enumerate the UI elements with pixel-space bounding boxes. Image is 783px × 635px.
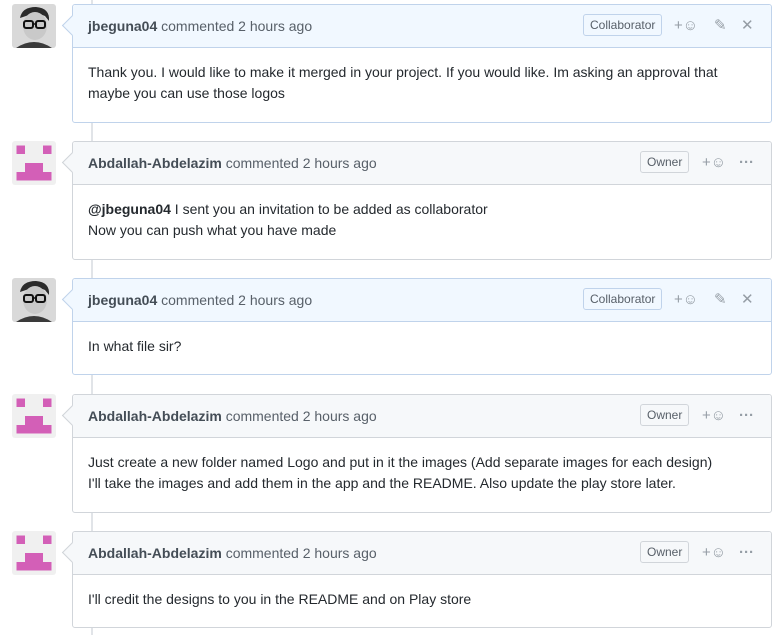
edit-icon[interactable]: ✎	[714, 290, 727, 310]
author-link[interactable]: Abdallah-Abdelazim	[88, 408, 222, 424]
more-options-icon[interactable]: ···	[739, 153, 754, 173]
comment-timestamp[interactable]: commented 2 hours ago	[226, 545, 377, 561]
comment-header-text: Abdallah-Abdelazim commented 2 hours ago	[88, 408, 377, 425]
owner-badge: Owner	[640, 404, 690, 426]
comment-header: Abdallah-Abdelazim commented 2 hours ago…	[73, 395, 771, 438]
avatar-photo	[12, 4, 56, 48]
comment-header: Abdallah-Abdelazim commented 2 hours ago…	[73, 532, 771, 575]
comment-box: jbeguna04 commented 2 hours ago Collabor…	[61, 4, 772, 123]
identicon-image	[12, 531, 56, 575]
add-reaction-icon[interactable]: +☺	[702, 543, 726, 563]
add-reaction-icon[interactable]: +☺	[702, 153, 726, 173]
avatar-abdallah-abdelazim[interactable]	[12, 531, 56, 575]
author-link[interactable]: Abdallah-Abdelazim	[88, 545, 222, 561]
avatar-jbeguna04[interactable]	[12, 4, 56, 48]
comment-text-line: In what file sir?	[88, 338, 182, 354]
identicon-image	[12, 394, 56, 438]
comment-box: Abdallah-Abdelazim commented 2 hours ago…	[61, 394, 772, 513]
delete-icon[interactable]: ✕	[741, 16, 754, 36]
comment-header: Abdallah-Abdelazim commented 2 hours ago…	[73, 142, 771, 185]
comment-body: @jbeguna04 I sent you an invitation to b…	[73, 185, 771, 255]
avatar-abdallah-abdelazim[interactable]	[12, 394, 56, 438]
author-link[interactable]: jbeguna04	[88, 292, 157, 308]
avatar-photo	[12, 278, 56, 322]
comment-text: I sent you an invitation to be added as …	[170, 201, 488, 217]
more-options-icon[interactable]: ···	[739, 406, 754, 426]
comment-header-text: Abdallah-Abdelazim commented 2 hours ago	[88, 545, 377, 562]
comment-text-line: I'll credit the designs to you in the RE…	[88, 591, 472, 607]
edit-icon[interactable]: ✎	[714, 16, 727, 36]
avatar-jbeguna04[interactable]	[12, 278, 56, 322]
comment-header: jbeguna04 commented 2 hours ago Collabor…	[73, 5, 771, 48]
comment-box: jbeguna04 commented 2 hours ago Collabor…	[61, 278, 772, 375]
comment-body: I'll credit the designs to you in the RE…	[73, 575, 771, 624]
author-link[interactable]: jbeguna04	[88, 18, 157, 34]
identicon-image	[12, 141, 56, 185]
comment-box: Abdallah-Abdelazim commented 2 hours ago…	[61, 531, 772, 628]
comment-header: jbeguna04 commented 2 hours ago Collabor…	[73, 279, 771, 322]
comment-text-line: I'll take the images and add them in the…	[88, 475, 676, 491]
collaborator-badge: Collaborator	[583, 14, 663, 36]
owner-badge: Owner	[640, 541, 690, 563]
avatar-abdallah-abdelazim[interactable]	[12, 141, 56, 185]
comment-text-line: Just create a new folder named Logo and …	[88, 454, 713, 470]
comment-header-text: Abdallah-Abdelazim commented 2 hours ago	[88, 155, 377, 172]
comment-header-text: jbeguna04 commented 2 hours ago	[88, 18, 312, 35]
collaborator-badge: Collaborator	[583, 288, 663, 310]
comment-body: Just create a new folder named Logo and …	[73, 438, 771, 508]
add-reaction-icon[interactable]: +☺	[702, 406, 726, 426]
delete-icon[interactable]: ✕	[741, 290, 754, 310]
add-reaction-icon[interactable]: +☺	[674, 290, 698, 310]
comment-body: In what file sir?	[73, 322, 771, 371]
comment-text-line: maybe you can use those logos	[88, 85, 285, 101]
more-options-icon[interactable]: ···	[739, 543, 754, 563]
owner-badge: Owner	[640, 151, 690, 173]
comment-box: Abdallah-Abdelazim commented 2 hours ago…	[61, 141, 772, 260]
comment-timestamp[interactable]: commented 2 hours ago	[161, 292, 312, 308]
comment-text-line: @jbeguna04 I sent you an invitation to b…	[88, 199, 756, 220]
comment-timestamp[interactable]: commented 2 hours ago	[161, 18, 312, 34]
user-mention-link[interactable]: @jbeguna04	[88, 201, 171, 217]
author-link[interactable]: Abdallah-Abdelazim	[88, 155, 222, 171]
comment-timestamp[interactable]: commented 2 hours ago	[226, 408, 377, 424]
comment-body: Thank you. I would like to make it merge…	[73, 48, 771, 118]
comment-timestamp[interactable]: commented 2 hours ago	[226, 155, 377, 171]
comment-text-line: Thank you. I would like to make it merge…	[88, 64, 718, 80]
comment-text-line: Now you can push what you have made	[88, 222, 337, 238]
add-reaction-icon[interactable]: +☺	[674, 16, 698, 36]
comment-header-text: jbeguna04 commented 2 hours ago	[88, 292, 312, 309]
